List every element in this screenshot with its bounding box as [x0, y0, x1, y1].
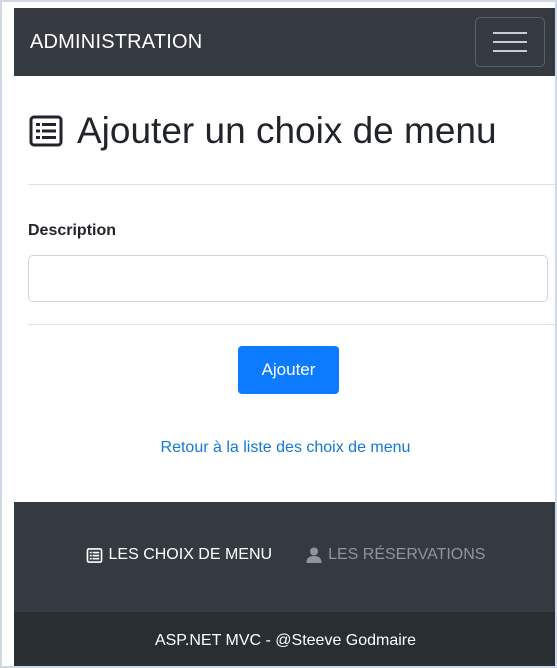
footer-nav: LES CHOIX DE MENU LES RÉSERVATIONS [14, 502, 555, 612]
footer-nav-item-reservations[interactable]: LES RÉSERVATIONS [306, 546, 485, 564]
footer-nav-item-menu-choices[interactable]: LES CHOIX DE MENU [86, 546, 273, 564]
divider [28, 324, 555, 325]
top-navbar: ADMINISTRATION [14, 8, 555, 76]
add-button[interactable]: Ajouter [238, 346, 339, 394]
footer-nav-label: LES CHOIX DE MENU [108, 546, 273, 563]
user-icon [306, 547, 322, 563]
copyright-text: ASP.NET MVC - @Steeve Godmaire [154, 632, 417, 649]
page-frame: ADMINISTRATION Ajouter un choix de menu … [0, 0, 557, 668]
page-footer: ASP.NET MVC - @Steeve Godmaire [14, 612, 555, 666]
description-input[interactable] [28, 255, 548, 302]
list-icon [86, 547, 102, 563]
navbar-toggler-button[interactable] [475, 17, 545, 67]
footer-nav-label: LES RÉSERVATIONS [328, 546, 486, 563]
hamburger-icon [493, 32, 527, 34]
page-title-row: Ajouter un choix de menu [29, 110, 497, 152]
hamburger-icon [493, 41, 527, 43]
divider [28, 184, 555, 185]
navbar-brand[interactable]: ADMINISTRATION [30, 31, 202, 54]
back-to-list-link[interactable]: Retour à la liste des choix de menu [14, 439, 555, 457]
page-title: Ajouter un choix de menu [77, 110, 497, 151]
list-icon [29, 115, 63, 147]
description-label: Description [28, 222, 117, 239]
hamburger-icon [493, 50, 527, 52]
